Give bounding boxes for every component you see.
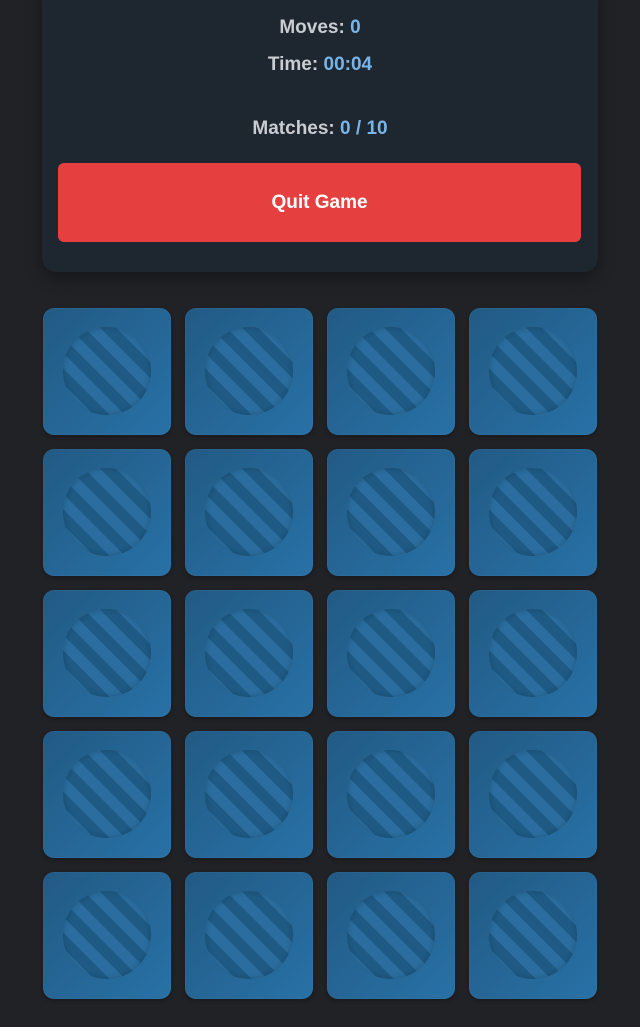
striped-circle-icon	[347, 327, 435, 415]
striped-circle-icon	[489, 468, 577, 556]
memory-card[interactable]	[43, 731, 171, 858]
striped-circle-icon	[489, 327, 577, 415]
memory-card[interactable]	[469, 449, 597, 576]
memory-card[interactable]	[327, 449, 455, 576]
moves-value: 0	[350, 17, 361, 38]
memory-card[interactable]	[327, 590, 455, 717]
matches-label: Matches:	[252, 118, 335, 139]
moves-label: Moves:	[279, 17, 345, 38]
memory-card[interactable]	[469, 590, 597, 717]
striped-circle-icon	[63, 750, 151, 838]
memory-card[interactable]	[185, 449, 313, 576]
time-label: Time:	[267, 54, 319, 75]
memory-card[interactable]	[327, 731, 455, 858]
card-board	[43, 308, 597, 999]
striped-circle-icon	[489, 891, 577, 979]
striped-circle-icon	[489, 750, 577, 838]
memory-card[interactable]	[185, 731, 313, 858]
memory-card[interactable]	[327, 872, 455, 999]
striped-circle-icon	[63, 609, 151, 697]
timer: Time: 00:04	[0, 54, 640, 76]
striped-circle-icon	[205, 609, 293, 697]
memory-card[interactable]	[185, 872, 313, 999]
striped-circle-icon	[205, 327, 293, 415]
quit-game-button[interactable]: Quit Game	[58, 163, 581, 242]
striped-circle-icon	[489, 609, 577, 697]
striped-circle-icon	[63, 891, 151, 979]
memory-card[interactable]	[43, 590, 171, 717]
memory-card[interactable]	[469, 731, 597, 858]
memory-card[interactable]	[469, 308, 597, 435]
matches-value: 0 / 10	[340, 118, 388, 139]
striped-circle-icon	[205, 468, 293, 556]
memory-card[interactable]	[469, 872, 597, 999]
matches-counter: Matches: 0 / 10	[0, 118, 640, 140]
striped-circle-icon	[347, 750, 435, 838]
memory-card[interactable]	[185, 308, 313, 435]
striped-circle-icon	[205, 891, 293, 979]
time-value: 00:04	[323, 54, 373, 75]
memory-card[interactable]	[43, 872, 171, 999]
memory-card[interactable]	[43, 308, 171, 435]
striped-circle-icon	[347, 468, 435, 556]
memory-card[interactable]	[43, 449, 171, 576]
striped-circle-icon	[347, 609, 435, 697]
memory-card[interactable]	[185, 590, 313, 717]
striped-circle-icon	[205, 750, 293, 838]
striped-circle-icon	[63, 468, 151, 556]
striped-circle-icon	[63, 327, 151, 415]
memory-card[interactable]	[327, 308, 455, 435]
moves-counter: Moves: 0	[0, 17, 640, 39]
striped-circle-icon	[347, 891, 435, 979]
